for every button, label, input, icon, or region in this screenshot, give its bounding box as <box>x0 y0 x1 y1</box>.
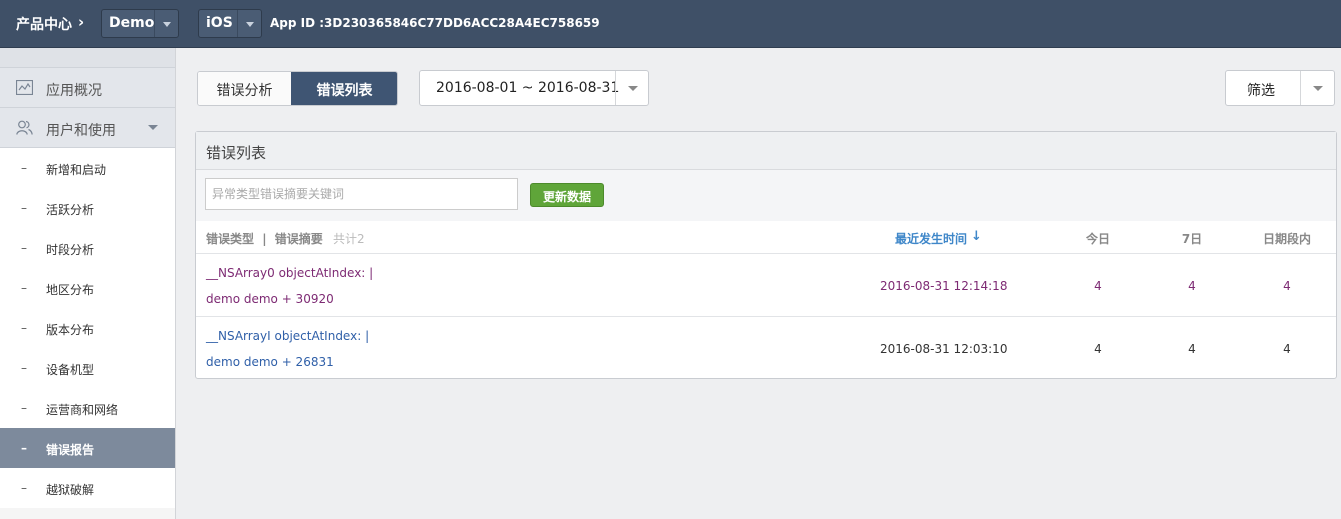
sidebar-item-jailbreak[interactable]: – 越狱破解 <box>0 468 175 508</box>
error-type-link[interactable]: __NSArray0 objectAtIndex: | <box>206 266 373 280</box>
sidebar-item-new-launch[interactable]: – 新增和启动 <box>0 148 175 188</box>
header-type-summary: 错误类型 | 错误摘要 共计2 <box>206 230 365 247</box>
sidebar-item-label: 运营商和网络 <box>46 403 119 417</box>
app-selector-label: Demo <box>109 15 155 31</box>
last-time: 2016-08-31 12:03:10 <box>880 342 1008 356</box>
col-last-time-sort[interactable]: 最近发生时间 <box>895 230 967 247</box>
tab-error-analysis[interactable]: 错误分析 <box>198 72 291 105</box>
table-row[interactable]: __NSArray0 objectAtIndex: | demo demo + … <box>196 254 1336 317</box>
app-id: App ID :3D230365846C77DD6ACC28A4EC758659 <box>270 16 600 30</box>
sidebar-item-active-analysis[interactable]: – 活跃分析 <box>0 188 175 228</box>
panel-header: 错误列表 <box>196 132 1336 170</box>
sidebar-item-label: 越狱破解 <box>46 483 95 497</box>
count-today: 4 <box>1094 279 1102 293</box>
error-type-link[interactable]: __NSArrayI objectAtIndex: | <box>206 329 369 343</box>
count-range: 4 <box>1283 342 1291 356</box>
table-row[interactable]: __NSArrayI objectAtIndex: | demo demo + … <box>196 317 1336 380</box>
sidebar-item-region[interactable]: – 地区分布 <box>0 268 175 308</box>
count-today: 4 <box>1094 342 1102 356</box>
sidebar-item-device[interactable]: – 设备机型 <box>0 348 175 388</box>
count-range: 4 <box>1283 279 1291 293</box>
platform-selector[interactable]: iOS <box>198 9 262 38</box>
chevron-down-icon[interactable] <box>1300 71 1334 105</box>
col-type-link[interactable]: 错误类型 <box>206 232 254 246</box>
sidebar-item-label: 错误报告 <box>46 443 95 457</box>
chevron-down-icon <box>148 125 158 130</box>
col-today[interactable]: 今日 <box>1068 230 1128 247</box>
refresh-data-button[interactable]: 更新数据 <box>530 183 604 207</box>
sort-down-icon[interactable]: ↓ <box>971 229 982 244</box>
search-row: 更新数据 <box>196 170 1336 221</box>
count-7d: 4 <box>1188 342 1196 356</box>
top-bar: 产品中心 › Demo iOS App ID :3D230365846C77DD… <box>0 0 1341 48</box>
col-range[interactable]: 日期段内 <box>1257 230 1317 247</box>
app-selector[interactable]: Demo <box>101 9 179 38</box>
sidebar: 应用概况 用户和使用 – 新增和启动 – 活跃分析 – 时段分析 – 地区分布 … <box>0 48 176 519</box>
bullet-dash: – <box>21 441 27 455</box>
panel-title: 错误列表 <box>206 144 267 162</box>
error-list-panel: 错误列表 更新数据 错误类型 | 错误摘要 共计2 最近发生时间 ↓ 今日 7日… <box>195 131 1337 379</box>
sidebar-item-overview[interactable]: 应用概况 <box>0 68 175 108</box>
chevron-down-icon <box>237 10 261 37</box>
chevron-right-icon: › <box>78 13 85 31</box>
sidebar-item-label: 时段分析 <box>46 243 95 257</box>
last-time: 2016-08-31 12:14:18 <box>880 279 1008 293</box>
filter-label: 筛选 <box>1247 83 1275 99</box>
bullet-dash: – <box>21 161 27 175</box>
sidebar-item-label: 版本分布 <box>46 323 95 337</box>
sidebar-item-version[interactable]: – 版本分布 <box>0 308 175 348</box>
chevron-down-icon <box>154 10 178 37</box>
sidebar-item-label: 设备机型 <box>46 363 95 377</box>
table-header: 错误类型 | 错误摘要 共计2 最近发生时间 ↓ 今日 7日 日期段内 <box>196 221 1336 254</box>
sidebar-item-label: 应用概况 <box>46 83 102 99</box>
header-separator: | <box>262 232 267 246</box>
view-tabs: 错误分析 错误列表 <box>197 71 398 106</box>
col-7d[interactable]: 7日 <box>1162 230 1222 247</box>
chart-icon <box>16 80 33 95</box>
sidebar-item-time-analysis[interactable]: – 时段分析 <box>0 228 175 268</box>
error-summary[interactable]: demo demo + 30920 <box>206 292 334 306</box>
bullet-dash: – <box>21 241 27 255</box>
sidebar-top-strip <box>0 48 175 68</box>
count-7d: 4 <box>1188 279 1196 293</box>
total-count: 共计2 <box>332 232 365 246</box>
search-input[interactable] <box>205 178 518 210</box>
sidebar-item-carrier-network[interactable]: – 运营商和网络 <box>0 388 175 428</box>
sidebar-item-label: 地区分布 <box>46 283 95 297</box>
col-summary-link[interactable]: 错误摘要 <box>275 232 323 246</box>
sidebar-item-error-report[interactable]: – 错误报告 <box>0 428 175 468</box>
tab-error-list[interactable]: 错误列表 <box>291 72 397 105</box>
sidebar-item-users-usage[interactable]: 用户和使用 <box>0 108 175 148</box>
users-icon <box>16 120 33 135</box>
filter-button[interactable]: 筛选 <box>1225 70 1335 106</box>
sidebar-item-label: 新增和启动 <box>46 163 107 177</box>
sidebar-item-label: 活跃分析 <box>46 203 95 217</box>
sidebar-item-label: 用户和使用 <box>46 123 116 139</box>
product-center-link[interactable]: 产品中心 <box>16 14 72 34</box>
bullet-dash: – <box>21 321 27 335</box>
bullet-dash: – <box>21 401 27 415</box>
date-range-value: 2016-08-01 ~ 2016-08-31 <box>436 80 620 96</box>
date-range-picker[interactable]: 2016-08-01 ~ 2016-08-31 <box>419 70 649 106</box>
chevron-down-icon[interactable] <box>615 71 648 105</box>
bullet-dash: – <box>21 201 27 215</box>
error-summary[interactable]: demo demo + 26831 <box>206 355 334 369</box>
bullet-dash: – <box>21 481 27 495</box>
bullet-dash: – <box>21 281 27 295</box>
platform-selector-label: iOS <box>206 15 233 31</box>
bullet-dash: – <box>21 361 27 375</box>
